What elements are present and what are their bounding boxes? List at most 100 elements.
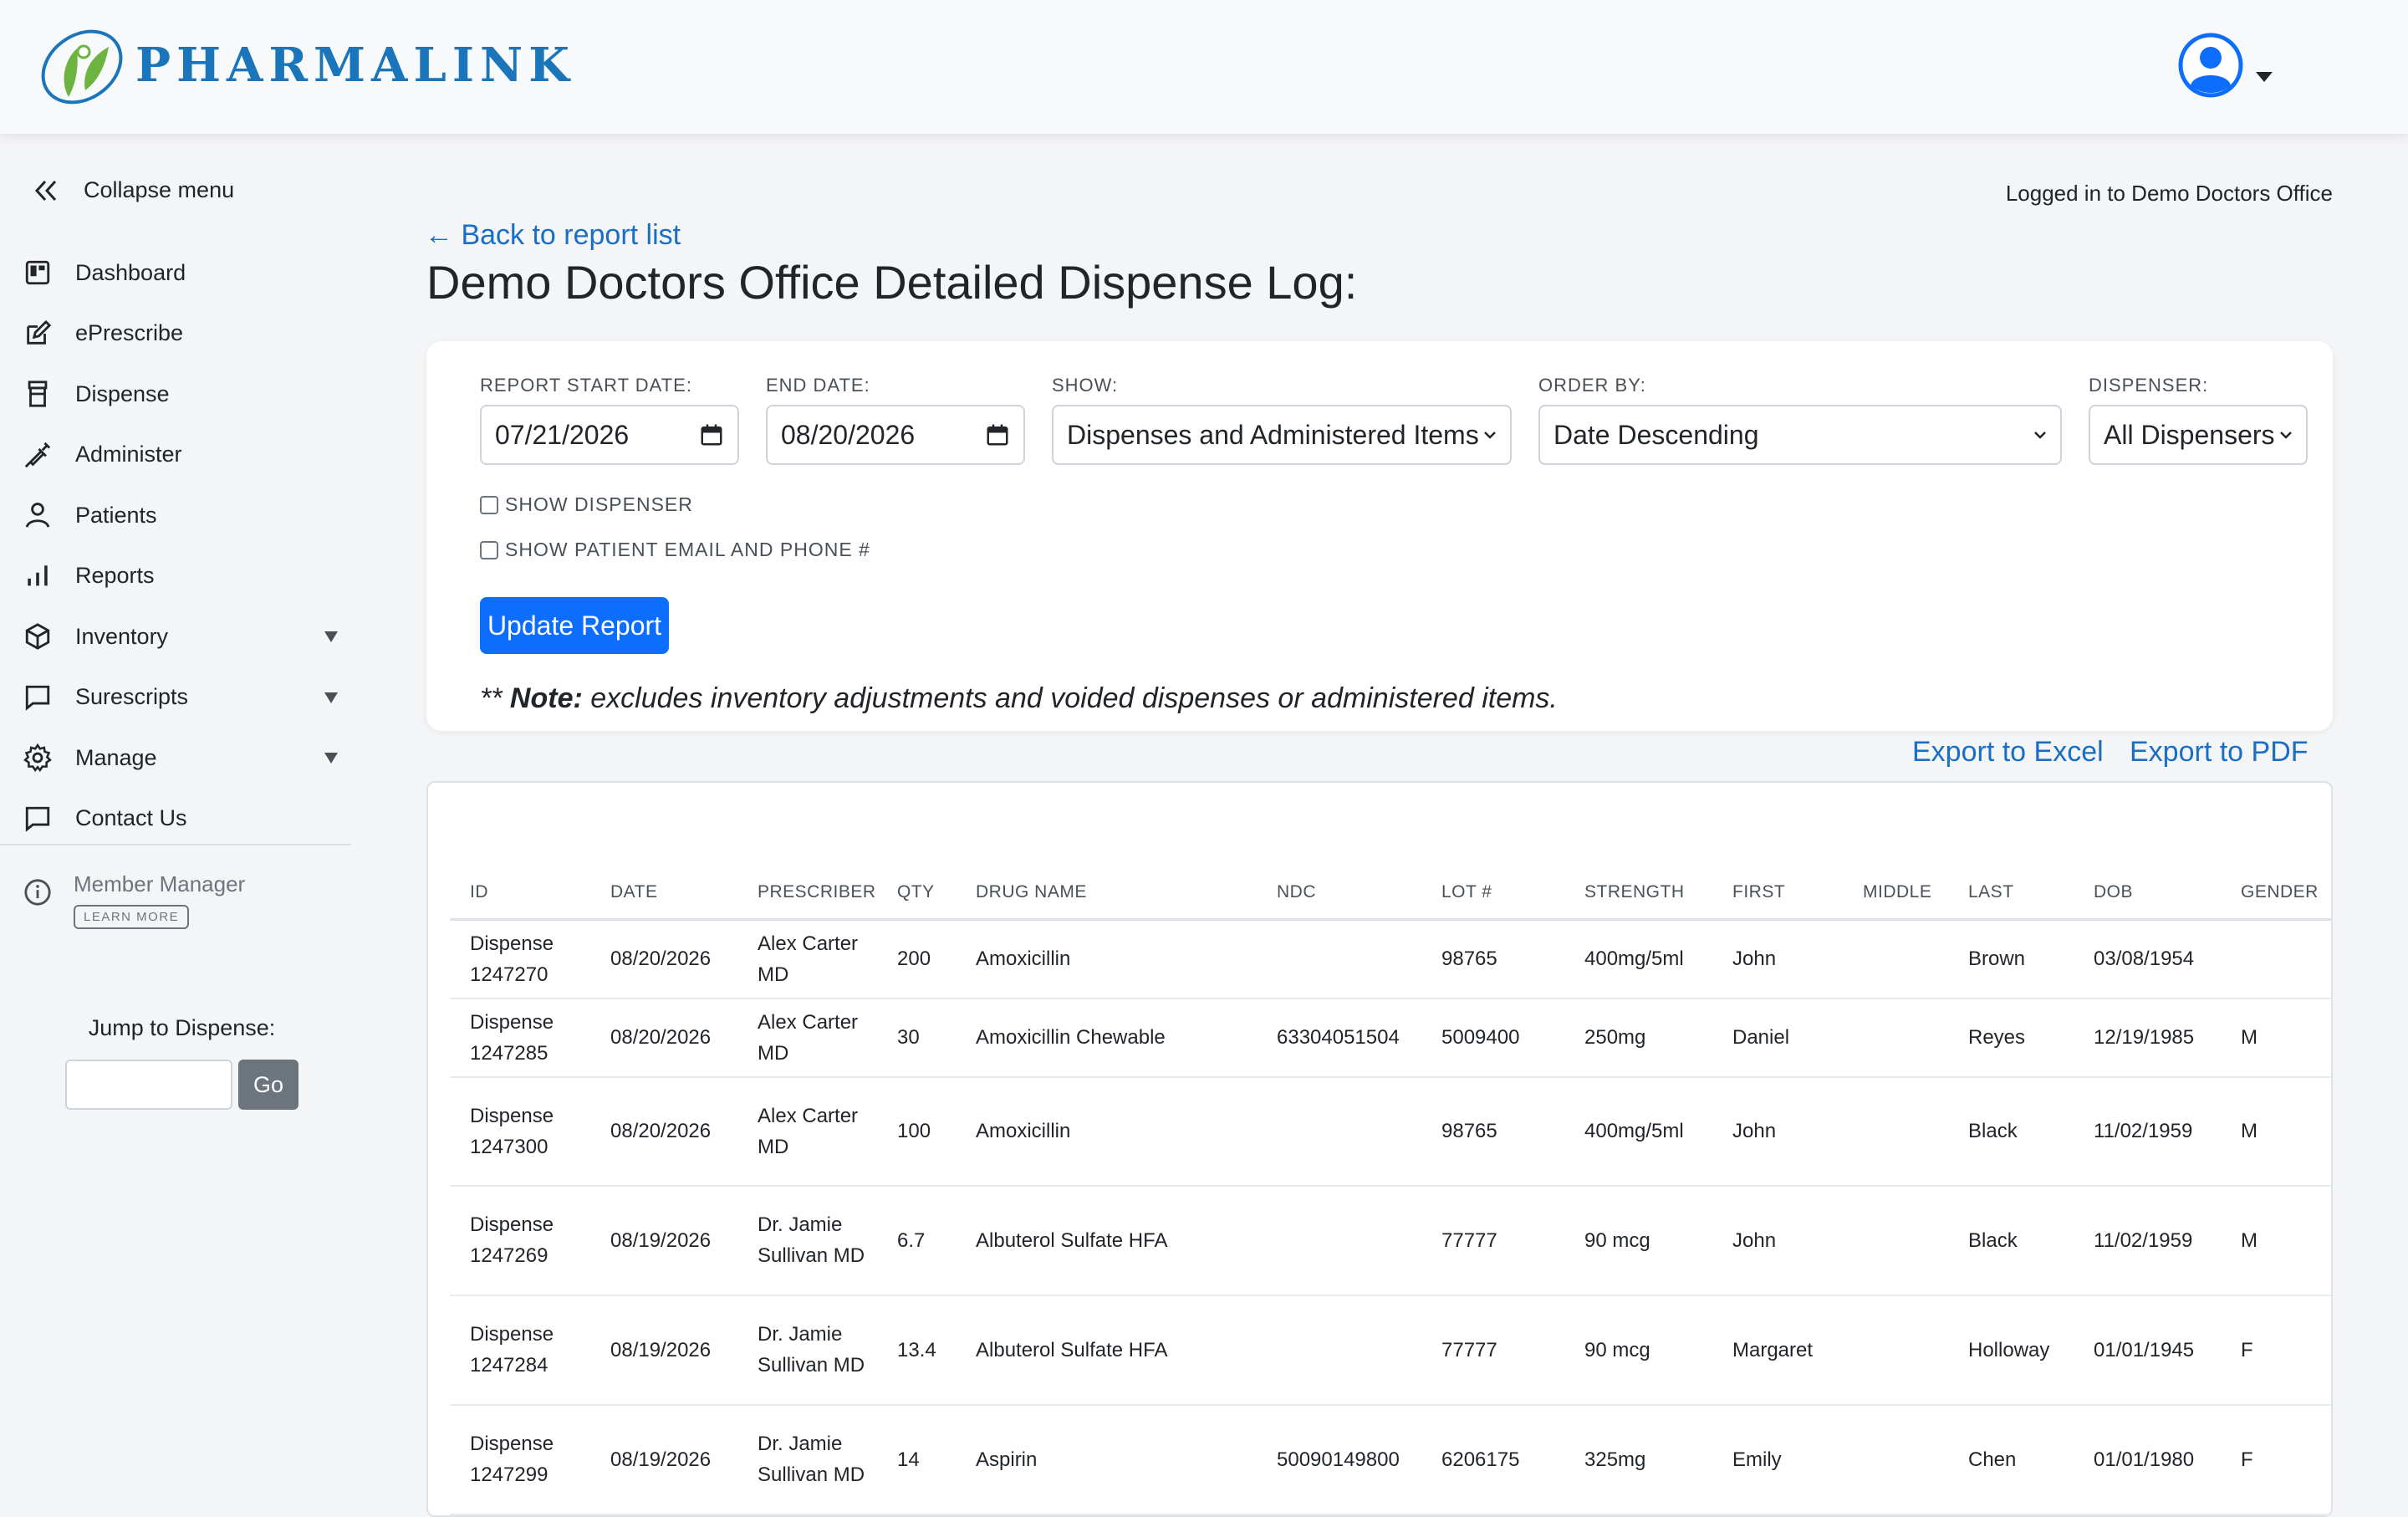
sidebar-item-inventory[interactable]: Inventory — [0, 606, 351, 667]
column-header[interactable]: LOT # — [1421, 866, 1564, 921]
sidebar-item-reports[interactable]: Reports — [0, 546, 351, 607]
table-row[interactable]: Dispense 1247269 08/19/2026 Dr. Jamie Su… — [450, 1185, 2331, 1296]
pharmalink-logo[interactable]: PHARMALINK — [35, 23, 575, 107]
sidebar-item-contact-us[interactable]: Contact Us — [0, 789, 351, 850]
id-cell[interactable]: Dispense 1247269 — [450, 1185, 590, 1296]
export-to-excel-link[interactable]: Export to Excel — [1912, 736, 2104, 769]
caret-down-icon[interactable] — [324, 753, 338, 764]
date-cell: 08/19/2026 — [590, 1404, 737, 1515]
last-name-cell: Reyes — [1948, 998, 2074, 1078]
date-cell: 08/20/2026 — [590, 998, 737, 1078]
column-header[interactable]: DATE — [590, 866, 737, 921]
table-row[interactable]: Dispense 1247285 08/20/2026 Alex Carter … — [450, 998, 2331, 1078]
user-menu-caret-icon[interactable] — [2256, 72, 2273, 82]
start-date-label: REPORT START DATE: — [480, 375, 692, 396]
column-header[interactable]: STRENGTH — [1564, 866, 1712, 921]
id-cell[interactable]: Dispense 1247299 — [450, 1404, 590, 1515]
syringe-icon — [24, 442, 51, 467]
first-name-cell: John — [1712, 1185, 1843, 1296]
sidebar-divider — [0, 844, 351, 845]
update-report-button[interactable]: Update Report — [480, 597, 669, 654]
export-to-pdf-link[interactable]: Export to PDF — [2130, 736, 2309, 769]
end-date-input[interactable]: 08/20/2026 — [766, 405, 1025, 465]
first-name-cell: Daniel — [1712, 998, 1843, 1078]
sidebar-item-label: Inventory — [75, 623, 169, 649]
show-contact-option[interactable]: SHOW PATIENT EMAIL AND PHONE # — [480, 539, 870, 561]
middle-name-cell — [1843, 1295, 1948, 1406]
dispenser-label: DISPENSER: — [2089, 375, 2209, 396]
show-contact-checkbox[interactable] — [480, 540, 498, 559]
drug-name-cell: Amoxicillin — [956, 1076, 1257, 1187]
calendar-icon[interactable] — [985, 422, 1010, 447]
table-row[interactable]: Dispense 1247270 08/20/2026 Alex Carter … — [450, 919, 2331, 999]
id-cell[interactable]: Dispense 1247285 — [450, 998, 590, 1078]
prescriber-cell: Alex Carter MD — [737, 1076, 877, 1187]
sidebar-item-administer[interactable]: Administer — [0, 425, 351, 486]
back-to-report-list-link[interactable]: ← Back to report list — [425, 219, 681, 252]
table-row[interactable]: Dispense 1247299 08/19/2026 Dr. Jamie Su… — [450, 1404, 2331, 1515]
last-name-cell: Chen — [1948, 1404, 2074, 1515]
column-header[interactable]: GENDER — [2221, 866, 2331, 921]
chat-icon — [25, 685, 50, 711]
middle-name-cell — [1843, 998, 1948, 1078]
sidebar-item-dashboard[interactable]: Dashboard — [0, 243, 351, 304]
show-dispenser-checkbox[interactable] — [480, 495, 498, 514]
chevron-down-icon — [1484, 432, 1496, 439]
calendar-icon[interactable] — [699, 422, 724, 447]
drug-name-cell: Albuterol Sulfate HFA — [956, 1185, 1257, 1296]
start-date-value: 07/21/2026 — [495, 419, 630, 450]
note-bold: Note: — [509, 682, 583, 714]
sidebar-item-surescripts[interactable]: Surescripts — [0, 667, 351, 728]
id-cell[interactable]: Dispense 1247300 — [450, 1076, 590, 1187]
column-header[interactable]: PRESCRIBER — [737, 866, 877, 921]
column-header[interactable]: ID — [450, 866, 590, 921]
show-select-value: Dispenses and Administered Items — [1067, 419, 1479, 450]
go-button[interactable]: Go — [238, 1060, 298, 1110]
drug-name-cell: Amoxicillin — [956, 919, 1257, 999]
dispenser-select[interactable]: All Dispensers — [2089, 405, 2308, 465]
sidebar-nav: Dashboard ePrescribe Dispense Administer… — [0, 243, 351, 849]
order-by-select[interactable]: Date Descending — [1538, 405, 2062, 465]
column-header[interactable]: FIRST — [1712, 866, 1843, 921]
sidebar-item-label: Reports — [75, 563, 155, 589]
person-icon — [25, 503, 50, 528]
user-avatar-icon[interactable] — [2177, 32, 2244, 99]
dob-cell: 03/08/1954 — [2074, 919, 2221, 999]
column-header[interactable]: QTY — [877, 866, 956, 921]
jump-to-dispense-input[interactable] — [65, 1060, 232, 1110]
column-header[interactable]: NDC — [1257, 866, 1421, 921]
lot-cell: 77777 — [1421, 1185, 1564, 1296]
ndc-cell — [1257, 1295, 1421, 1406]
table-row[interactable]: Dispense 1247284 08/19/2026 Dr. Jamie Su… — [450, 1295, 2331, 1406]
lot-cell: 98765 — [1421, 919, 1564, 999]
column-header[interactable]: DOB — [2074, 866, 2221, 921]
id-cell[interactable]: Dispense 1247270 — [450, 919, 590, 999]
learn-more-button[interactable]: LEARN MORE — [74, 905, 190, 929]
column-header[interactable]: LAST — [1948, 866, 2074, 921]
caret-down-icon[interactable] — [324, 692, 338, 703]
caret-down-icon[interactable] — [324, 631, 338, 642]
double-chevron-left-icon — [34, 180, 57, 201]
dob-cell: 01/01/1980 — [2074, 1404, 2221, 1515]
table-row[interactable]: Dispense 1247300 08/20/2026 Alex Carter … — [450, 1076, 2331, 1187]
note-prefix: ** — [480, 682, 510, 714]
sidebar-item-label: Contact Us — [75, 805, 187, 831]
start-date-input[interactable]: 07/21/2026 — [480, 405, 739, 465]
sidebar-item-eprescribe[interactable]: ePrescribe — [0, 304, 351, 365]
column-header[interactable]: MIDDLE — [1843, 866, 1948, 921]
sidebar-item-dispense[interactable]: Dispense — [0, 364, 351, 425]
prescriber-cell: Dr. Jamie Sullivan MD — [737, 1185, 877, 1296]
show-dispenser-option[interactable]: SHOW DISPENSER — [480, 493, 693, 516]
column-header[interactable]: DRUG NAME — [956, 866, 1257, 921]
first-name-cell: John — [1712, 919, 1843, 999]
sidebar-item-patients[interactable]: Patients — [0, 485, 351, 546]
show-select[interactable]: Dispenses and Administered Items — [1052, 405, 1512, 465]
strength-cell: 400mg/5ml — [1564, 1076, 1712, 1187]
qty-cell: 200 — [877, 919, 956, 999]
sidebar-item-manage[interactable]: Manage — [0, 728, 351, 789]
qty-cell: 6.7 — [877, 1185, 956, 1296]
id-cell[interactable]: Dispense 1247284 — [450, 1295, 590, 1406]
strength-cell: 400mg/5ml — [1564, 919, 1712, 999]
collapse-menu-button[interactable]: Collapse menu — [30, 177, 234, 203]
drug-name-cell: Amoxicillin Chewable — [956, 998, 1257, 1078]
